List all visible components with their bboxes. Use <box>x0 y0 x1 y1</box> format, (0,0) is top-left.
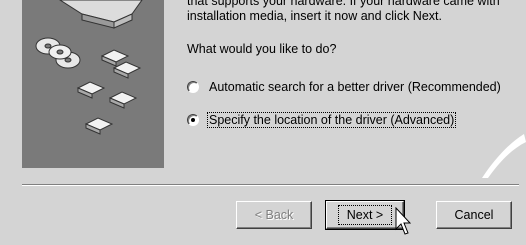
next-button[interactable]: Next > <box>325 200 405 230</box>
separator-line <box>22 184 519 186</box>
cancel-button[interactable]: Cancel <box>436 201 512 229</box>
intro-text-line-2: installation media, insert it now and cl… <box>187 9 442 23</box>
intro-text-line-1: that supports your hardware. If your har… <box>187 0 500 8</box>
radio-automatic-search[interactable]: Automatic search for a better driver (Re… <box>187 78 502 96</box>
radio-button-selected[interactable] <box>187 114 199 126</box>
cd-icon <box>35 37 81 69</box>
radio-specify-location[interactable]: Specify the location of the driver (Adva… <box>187 111 457 129</box>
radio-label-specify: Specify the location of the driver (Adva… <box>206 112 457 128</box>
mouse-pointer-icon <box>395 207 411 235</box>
wizard-illustration <box>22 0 164 168</box>
back-button[interactable]: < Back <box>236 201 312 229</box>
decorative-swoosh <box>482 134 526 178</box>
radio-label-automatic: Automatic search for a better driver (Re… <box>209 80 501 94</box>
floppy-disk-icon <box>76 49 142 135</box>
radio-button[interactable] <box>187 81 199 93</box>
question-label: What would you like to do? <box>187 42 337 56</box>
next-button-label: Next > <box>337 205 393 225</box>
